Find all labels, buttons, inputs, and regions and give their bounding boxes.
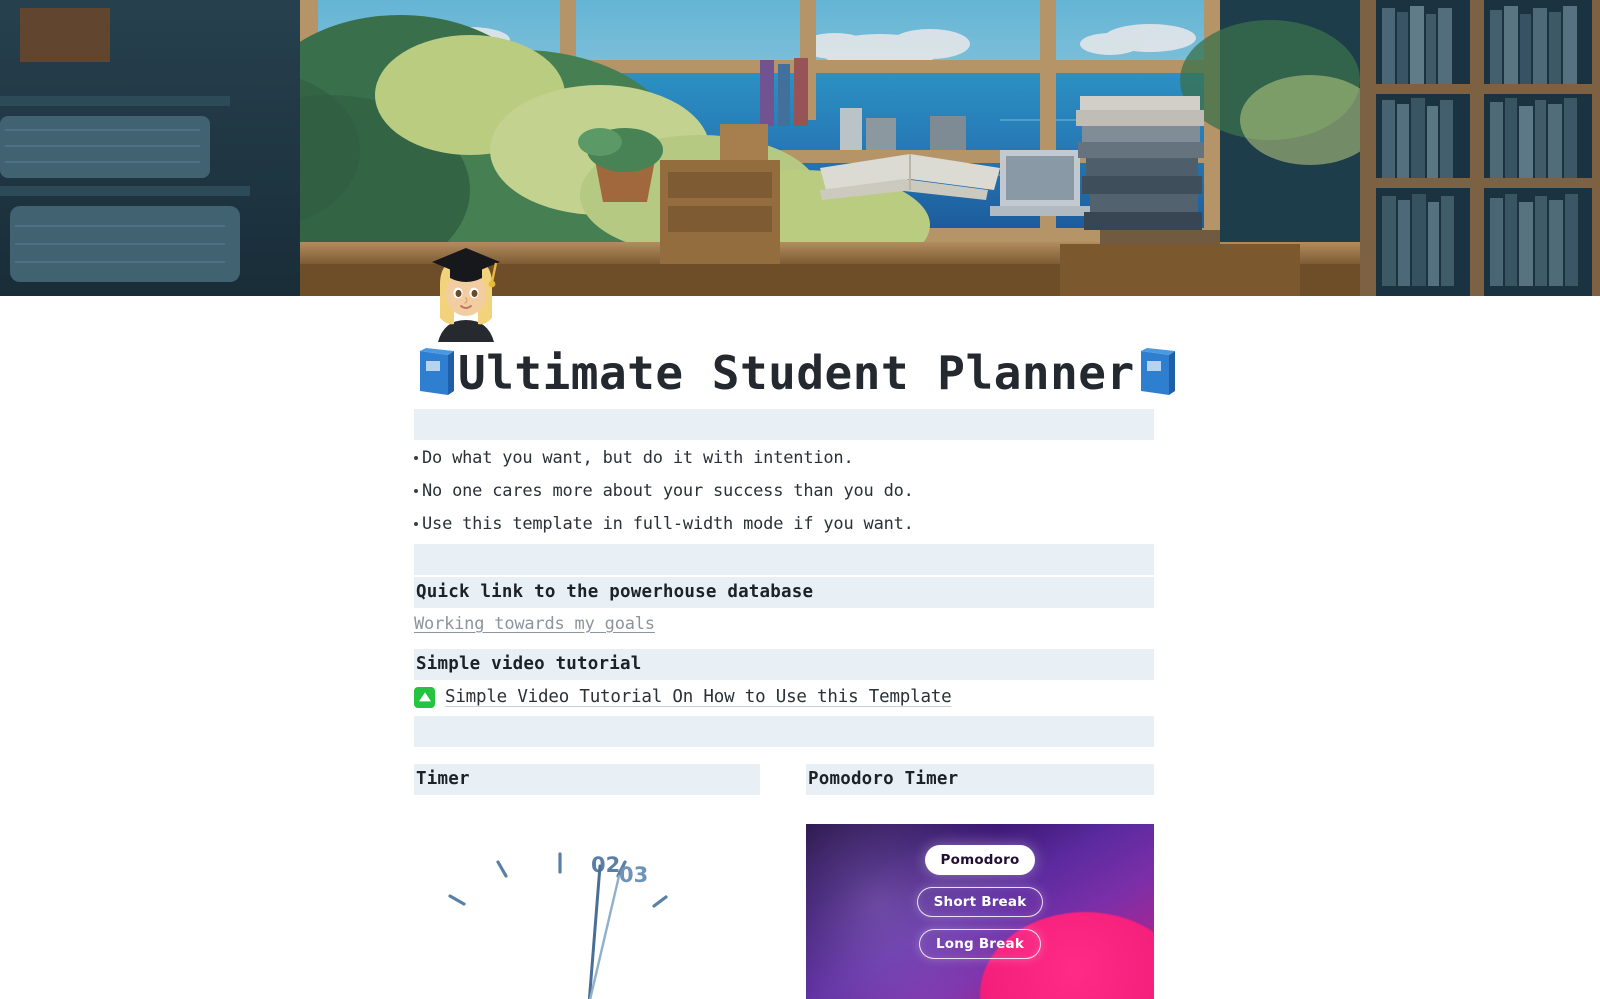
cover-illustration [0, 0, 1600, 296]
bullet-dot-icon [414, 522, 418, 526]
timer-heading-band: Timer [414, 764, 760, 795]
list-item-label: No one cares more about your success tha… [422, 481, 914, 501]
pomodoro-mode-button[interactable]: Pomodoro [924, 845, 1036, 875]
list-item: Use this template in full-width mode if … [414, 510, 1154, 538]
cover-image [0, 0, 1600, 296]
video-tutorial-heading: Simple video tutorial [416, 654, 642, 674]
blue-book-icon-right [1135, 347, 1179, 399]
list-item-label: Do what you want, but do it with intenti… [422, 448, 854, 468]
video-tutorial-link-row[interactable]: Simple Video Tutorial On How to Use this… [414, 683, 1154, 711]
page-content: Ultimate Student Planner Do what you wan… [0, 296, 1600, 999]
pomodoro-heading: Pomodoro Timer [808, 769, 959, 789]
short-break-mode-button[interactable]: Short Break [916, 887, 1044, 917]
analog-clock-face: 02 03 [448, 852, 668, 999]
divider-band-lower [414, 716, 1154, 747]
pomodoro-mode-buttons: Pomodoro Short Break Long Break [806, 824, 1154, 999]
video-tutorial-link-label: Simple Video Tutorial On How to Use this… [445, 687, 952, 707]
list-item: Do what you want, but do it with intenti… [414, 444, 1154, 472]
quick-link-heading-band: Quick link to the powerhouse database [414, 577, 1154, 608]
pomodoro-timer-widget[interactable]: Pomodoro Short Break Long Break [806, 824, 1154, 999]
divider-band-top [414, 409, 1154, 440]
bullet-dot-icon [414, 456, 418, 460]
list-item: No one cares more about your success tha… [414, 477, 1154, 505]
working-towards-my-goals-link[interactable]: Working towards my goals [414, 614, 655, 634]
page-title-text: Ultimate Student Planner [458, 346, 1135, 400]
timer-heading: Timer [416, 769, 470, 789]
clock-label-02: 02 [591, 853, 620, 877]
divider-band-middle [414, 544, 1154, 575]
video-heading-band: Simple video tutorial [414, 649, 1154, 680]
quick-link-heading: Quick link to the powerhouse database [416, 582, 814, 602]
blue-book-icon-left [414, 347, 458, 399]
long-break-mode-button[interactable]: Long Break [918, 929, 1042, 959]
clock-label-03: 03 [619, 863, 648, 887]
woman-student-emoji [432, 248, 500, 342]
page-title: Ultimate Student Planner [414, 342, 1175, 404]
list-item-label: Use this template in full-width mode if … [422, 514, 914, 534]
green-play-icon [414, 686, 435, 708]
pomodoro-heading-band: Pomodoro Timer [806, 764, 1154, 795]
bullet-dot-icon [414, 489, 418, 493]
analog-clock-widget[interactable]: 02 03 [414, 824, 760, 999]
page-icon-woman-student[interactable] [424, 238, 508, 342]
